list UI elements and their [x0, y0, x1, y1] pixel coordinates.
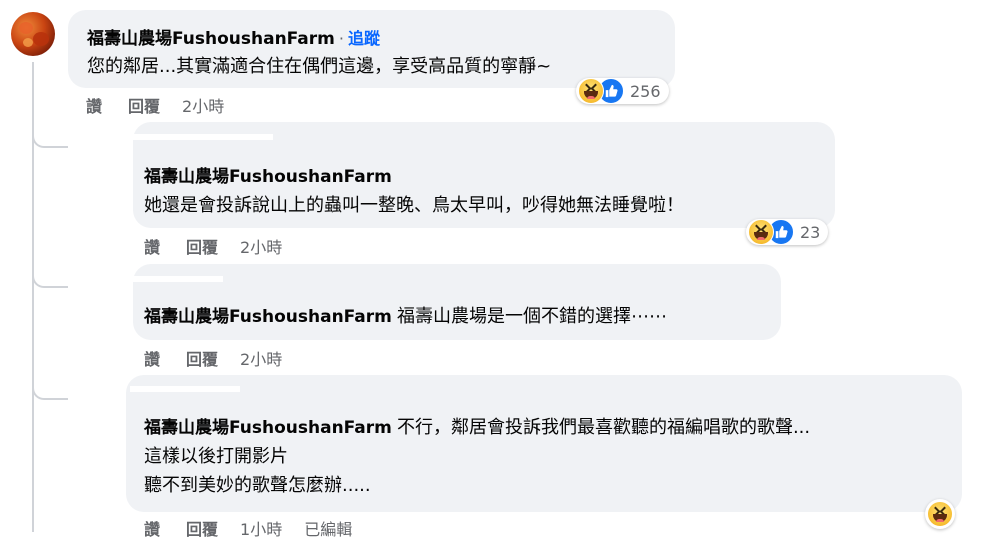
- comment-bubble: 福壽山農場FushoushanFarm · 追蹤 您的鄰居...其實滿適合住在偶們這…: [68, 10, 675, 88]
- follow-link[interactable]: 追蹤: [348, 29, 380, 48]
- avatar[interactable]: [11, 12, 55, 56]
- reply-actions: 讚 回覆 2小時: [144, 346, 282, 370]
- reply-bubble: 福壽山農場FushoushanFarm 不行，鄰居會投訴我們最喜歡聽的福編唱歌的…: [126, 375, 962, 512]
- reply-text-line-2: 這樣以後打開影片: [144, 446, 288, 467]
- like-button[interactable]: 讚: [144, 520, 160, 539]
- reply-text-line-1: 不行，鄰居會投訴我們最喜歡聽的福編唱歌的歌聲...: [396, 417, 811, 438]
- cropped-avatar-strip: [133, 134, 273, 140]
- reaction-count: 23: [800, 222, 821, 242]
- reaction-count: 256: [630, 81, 661, 101]
- reply-text-line-3: 聽不到美妙的歌聲怎麼辦.....: [144, 475, 371, 496]
- thread-elbow: [32, 266, 68, 288]
- thread-elbow: [32, 378, 68, 400]
- reply-text: 她還是會投訴說山上的蟲叫一整晚、鳥太早叫，吵得她無法睡覺啦！: [144, 195, 684, 216]
- reply-bubble: 福壽山農場FushoushanFarm 福壽山農場是一個不錯的選擇⋯⋯: [133, 264, 781, 340]
- comment-actions: 讚 回覆 2小時: [86, 93, 224, 117]
- comment-text: 您的鄰居...其實滿適合住在偶們這邊，享受高品質的寧靜~: [87, 56, 552, 77]
- reply-text: 福壽山農場是一個不錯的選擇⋯⋯: [396, 306, 667, 327]
- reply-time[interactable]: 2小時: [240, 238, 282, 257]
- like-button[interactable]: 讚: [86, 97, 102, 116]
- reply-button[interactable]: 回覆: [186, 350, 218, 369]
- reply-author[interactable]: 福壽山農場FushoushanFarm: [144, 418, 392, 438]
- haha-icon: [748, 219, 774, 245]
- edited-label: 已編輯: [304, 520, 353, 539]
- reply-author[interactable]: 福壽山農場FushoushanFarm: [144, 162, 392, 187]
- reaction-summary[interactable]: [925, 499, 955, 529]
- reaction-summary[interactable]: 256: [576, 78, 669, 104]
- reply-actions: 讚 回覆 2小時: [144, 234, 282, 258]
- reply-button[interactable]: 回覆: [186, 238, 218, 257]
- reaction-summary[interactable]: 23: [746, 219, 829, 245]
- comment-time[interactable]: 2小時: [182, 97, 224, 116]
- like-button[interactable]: 讚: [144, 350, 160, 369]
- thread-elbow: [32, 126, 68, 148]
- reply-button[interactable]: 回覆: [128, 97, 160, 116]
- like-button[interactable]: 讚: [144, 238, 160, 257]
- reply-author[interactable]: 福壽山農場FushoushanFarm: [144, 307, 392, 327]
- haha-icon: [578, 78, 604, 104]
- haha-icon: [927, 501, 953, 527]
- separator-dot: ·: [338, 29, 344, 48]
- cropped-avatar-strip: [133, 276, 223, 282]
- reply-actions: 讚 回覆 1小時 已編輯: [144, 516, 352, 540]
- reply-time[interactable]: 1小時: [240, 520, 282, 539]
- reply-button[interactable]: 回覆: [186, 520, 218, 539]
- cropped-avatar-strip: [130, 386, 240, 392]
- comment-author[interactable]: 福壽山農場FushoushanFarm: [87, 29, 335, 49]
- reply-time[interactable]: 2小時: [240, 350, 282, 369]
